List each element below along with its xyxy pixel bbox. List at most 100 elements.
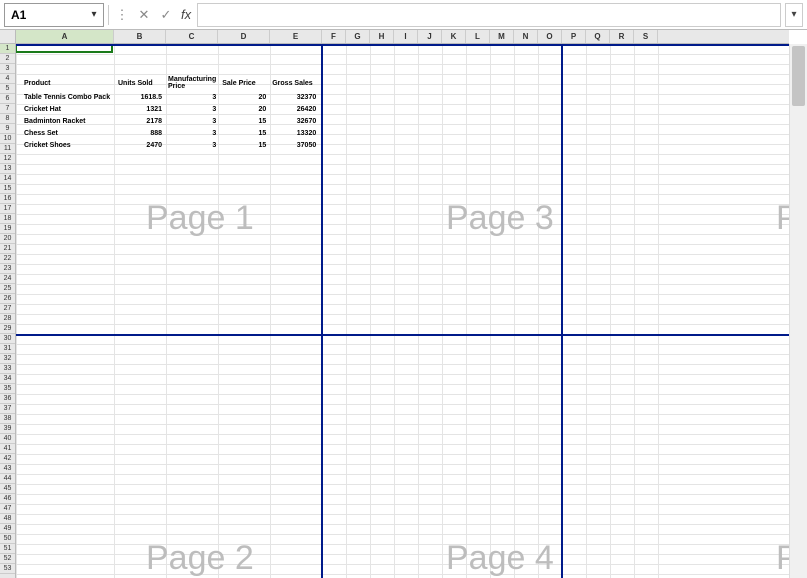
chevron-down-icon[interactable]: ▾ bbox=[785, 3, 803, 27]
row-header-34[interactable]: 34 bbox=[0, 374, 15, 384]
page-watermark: Page 4 bbox=[446, 539, 554, 578]
row-header-12[interactable]: 12 bbox=[0, 154, 15, 164]
row-header-19[interactable]: 19 bbox=[0, 224, 15, 234]
row-header-42[interactable]: 42 bbox=[0, 454, 15, 464]
row-headers[interactable]: 1234567891011121314151617181920212223242… bbox=[0, 44, 16, 578]
table-header: Units Sold bbox=[116, 76, 164, 90]
table-header: Sale Price bbox=[220, 76, 268, 90]
row-header-40[interactable]: 40 bbox=[0, 434, 15, 444]
row-header-31[interactable]: 31 bbox=[0, 344, 15, 354]
accept-icon[interactable]: ✓ bbox=[157, 4, 175, 26]
row-header-14[interactable]: 14 bbox=[0, 174, 15, 184]
row-header-26[interactable]: 26 bbox=[0, 294, 15, 304]
row-header-28[interactable]: 28 bbox=[0, 314, 15, 324]
row-header-15[interactable]: 15 bbox=[0, 184, 15, 194]
name-box-value: A1 bbox=[5, 8, 85, 22]
col-header-H[interactable]: H bbox=[370, 30, 394, 43]
col-header-J[interactable]: J bbox=[418, 30, 442, 43]
col-header-G[interactable]: G bbox=[346, 30, 370, 43]
table-header: Gross Sales bbox=[270, 76, 318, 90]
row-header-52[interactable]: 52 bbox=[0, 554, 15, 564]
row-header-27[interactable]: 27 bbox=[0, 304, 15, 314]
row-header-30[interactable]: 30 bbox=[0, 334, 15, 344]
table-cell: 3 bbox=[166, 92, 218, 102]
row-header-50[interactable]: 50 bbox=[0, 534, 15, 544]
table-cell: 15 bbox=[220, 116, 268, 126]
fx-label[interactable]: fx bbox=[179, 7, 193, 22]
col-header-O[interactable]: O bbox=[538, 30, 562, 43]
formula-input[interactable] bbox=[197, 3, 781, 27]
row-header-11[interactable]: 11 bbox=[0, 144, 15, 154]
row-header-36[interactable]: 36 bbox=[0, 394, 15, 404]
row-header-2[interactable]: 2 bbox=[0, 54, 15, 64]
row-header-18[interactable]: 18 bbox=[0, 214, 15, 224]
table-cell: 32670 bbox=[270, 116, 318, 126]
row-header-47[interactable]: 47 bbox=[0, 504, 15, 514]
row-header-4[interactable]: 4 bbox=[0, 74, 15, 84]
col-header-I[interactable]: I bbox=[394, 30, 418, 43]
row-header-5[interactable]: 5 bbox=[0, 84, 15, 94]
row-header-21[interactable]: 21 bbox=[0, 244, 15, 254]
cells-area[interactable]: ProductUnits SoldManufacturing PriceSale… bbox=[16, 44, 789, 578]
row-header-39[interactable]: 39 bbox=[0, 424, 15, 434]
row-header-53[interactable]: 53 bbox=[0, 564, 15, 574]
row-header-38[interactable]: 38 bbox=[0, 414, 15, 424]
vertical-scrollbar[interactable] bbox=[789, 44, 807, 578]
row-header-24[interactable]: 24 bbox=[0, 274, 15, 284]
row-header-29[interactable]: 29 bbox=[0, 324, 15, 334]
row-header-41[interactable]: 41 bbox=[0, 444, 15, 454]
col-header-M[interactable]: M bbox=[490, 30, 514, 43]
name-box[interactable]: A1 ▾ bbox=[4, 3, 104, 27]
col-header-R[interactable]: R bbox=[610, 30, 634, 43]
row-header-51[interactable]: 51 bbox=[0, 544, 15, 554]
row-header-8[interactable]: 8 bbox=[0, 114, 15, 124]
col-header-F[interactable]: F bbox=[322, 30, 346, 43]
row-header-20[interactable]: 20 bbox=[0, 234, 15, 244]
column-headers[interactable]: ABCDEFGHIJKLMNOPQRS bbox=[16, 30, 789, 44]
row-header-35[interactable]: 35 bbox=[0, 384, 15, 394]
row-header-25[interactable]: 25 bbox=[0, 284, 15, 294]
row-header-33[interactable]: 33 bbox=[0, 364, 15, 374]
row-header-16[interactable]: 16 bbox=[0, 194, 15, 204]
row-header-45[interactable]: 45 bbox=[0, 484, 15, 494]
row-header-43[interactable]: 43 bbox=[0, 464, 15, 474]
row-header-13[interactable]: 13 bbox=[0, 164, 15, 174]
col-header-D[interactable]: D bbox=[218, 30, 270, 43]
table-cell: 20 bbox=[220, 92, 268, 102]
table-cell: Cricket Shoes bbox=[22, 140, 114, 150]
row-header-44[interactable]: 44 bbox=[0, 474, 15, 484]
row-header-23[interactable]: 23 bbox=[0, 264, 15, 274]
col-header-L[interactable]: L bbox=[466, 30, 490, 43]
row-header-17[interactable]: 17 bbox=[0, 204, 15, 214]
cancel-icon[interactable]: ✕ bbox=[135, 4, 153, 26]
scrollbar-thumb[interactable] bbox=[792, 46, 805, 106]
col-header-K[interactable]: K bbox=[442, 30, 466, 43]
row-header-7[interactable]: 7 bbox=[0, 104, 15, 114]
row-header-46[interactable]: 46 bbox=[0, 494, 15, 504]
row-header-49[interactable]: 49 bbox=[0, 524, 15, 534]
row-header-37[interactable]: 37 bbox=[0, 404, 15, 414]
col-header-B[interactable]: B bbox=[114, 30, 166, 43]
col-header-A[interactable]: A bbox=[16, 30, 114, 43]
row-header-10[interactable]: 10 bbox=[0, 134, 15, 144]
row-header-32[interactable]: 32 bbox=[0, 354, 15, 364]
table-header: Manufacturing Price bbox=[166, 76, 218, 90]
col-header-Q[interactable]: Q bbox=[586, 30, 610, 43]
col-header-C[interactable]: C bbox=[166, 30, 218, 43]
table-cell: 20 bbox=[220, 104, 268, 114]
row-header-22[interactable]: 22 bbox=[0, 254, 15, 264]
col-header-S[interactable]: S bbox=[634, 30, 658, 43]
col-header-N[interactable]: N bbox=[514, 30, 538, 43]
table-cell: 15 bbox=[220, 128, 268, 138]
row-header-3[interactable]: 3 bbox=[0, 64, 15, 74]
row-header-1[interactable]: 1 bbox=[0, 44, 15, 54]
col-header-P[interactable]: P bbox=[562, 30, 586, 43]
dots-icon[interactable]: ⋮ bbox=[113, 4, 131, 26]
row-header-6[interactable]: 6 bbox=[0, 94, 15, 104]
row-header-9[interactable]: 9 bbox=[0, 124, 15, 134]
select-all-corner[interactable] bbox=[0, 30, 16, 44]
chevron-down-icon[interactable]: ▾ bbox=[85, 9, 103, 20]
col-header-E[interactable]: E bbox=[270, 30, 322, 43]
row-header-48[interactable]: 48 bbox=[0, 514, 15, 524]
spreadsheet-grid[interactable]: ABCDEFGHIJKLMNOPQRS 12345678910111213141… bbox=[0, 30, 807, 578]
